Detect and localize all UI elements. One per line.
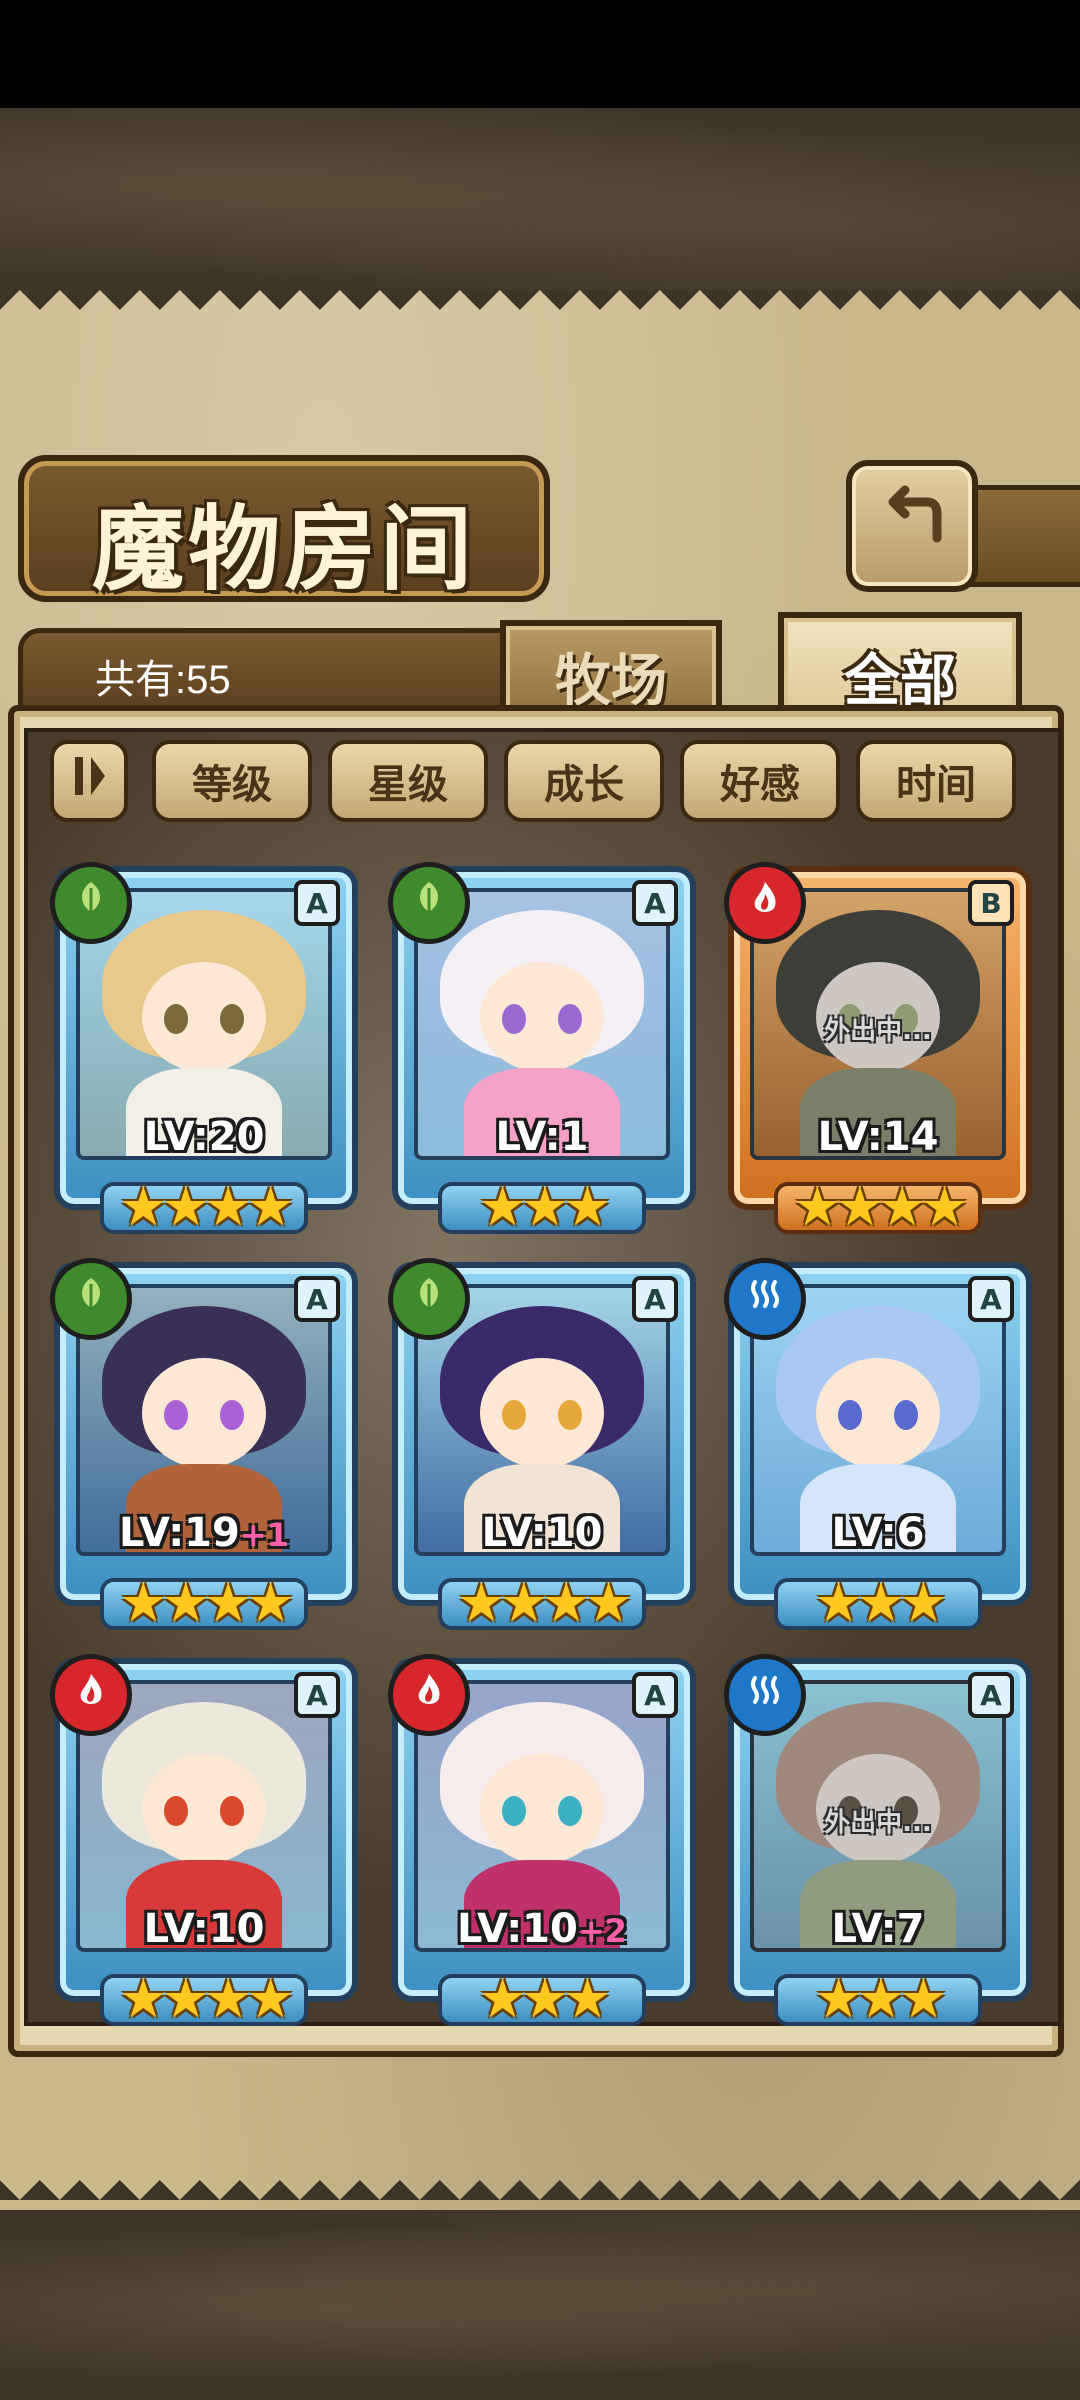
flame-icon xyxy=(71,1670,111,1720)
map-background-top xyxy=(0,108,1080,300)
star-rating: ★★★★ xyxy=(793,1175,969,1238)
monster-card[interactable]: LV:20 ★★★★ A xyxy=(50,862,358,1234)
sort-toggle-button[interactable] xyxy=(50,740,128,822)
title-plate: 魔物房间 xyxy=(18,455,550,603)
away-status: 外出中... xyxy=(824,1016,932,1046)
star-rating: ★★★★ xyxy=(119,1175,295,1238)
monster-card[interactable]: LV:10 ★★★★ A xyxy=(50,1654,358,2026)
filter-level-button[interactable]: 等级 xyxy=(152,740,312,822)
water-wave-icon xyxy=(745,1274,785,1324)
rank-badge: A xyxy=(294,1276,340,1322)
away-status: 外出中... xyxy=(824,1808,932,1838)
monster-card[interactable]: LV:1 ★★★ A xyxy=(388,862,696,1234)
element-badge xyxy=(50,862,132,944)
leaf-icon xyxy=(409,878,449,928)
rank-badge: A xyxy=(632,1276,678,1322)
monster-card[interactable]: LV:6 ★★★ A xyxy=(724,1258,1032,1630)
element-badge xyxy=(388,1258,470,1340)
rank-badge: A xyxy=(968,1672,1014,1718)
water-wave-icon xyxy=(745,1670,785,1720)
total-count: 共有:55 xyxy=(95,658,231,702)
monster-card[interactable]: 外出中... LV:14 ★★★★ B xyxy=(724,862,1032,1234)
leaf-icon xyxy=(71,1274,111,1324)
rank-badge: A xyxy=(632,880,678,926)
monster-card[interactable]: LV:10 ★★★★ A xyxy=(388,1258,696,1630)
monster-level: LV:1 xyxy=(495,1114,589,1160)
star-rating: ★★★ xyxy=(478,1175,611,1238)
monster-level: LV:20 xyxy=(143,1114,265,1160)
element-badge xyxy=(388,862,470,944)
flame-icon xyxy=(745,878,785,928)
monster-card[interactable]: LV:19+1 ★★★★ A xyxy=(50,1258,358,1630)
monster-level: LV:19+1 xyxy=(119,1510,289,1556)
page-title: 魔物房间 xyxy=(91,495,476,603)
monster-level: LV:14 xyxy=(817,1114,939,1160)
star-rating: ★★★ xyxy=(814,1571,947,1634)
filter-star-button[interactable]: 星级 xyxy=(328,740,488,822)
torn-edge-bottom xyxy=(0,2160,1080,2200)
monster-level: LV:10 xyxy=(143,1906,265,1952)
flame-icon xyxy=(409,1670,449,1720)
map-background-bottom xyxy=(0,2210,1080,2400)
filter-time-button[interactable]: 时间 xyxy=(856,740,1016,822)
sort-toggle-icon xyxy=(67,751,111,811)
element-badge xyxy=(724,862,806,944)
monster-card[interactable]: LV:10+2 ★★★ A xyxy=(388,1654,696,2026)
star-rating: ★★★★ xyxy=(119,1967,295,2030)
filter-bar: 等级 星级 成长 好感 时间 xyxy=(42,736,1042,822)
leaf-icon xyxy=(71,878,111,928)
element-badge xyxy=(388,1654,470,1736)
monster-level: LV:10 xyxy=(481,1510,603,1556)
monster-level: LV:6 xyxy=(831,1510,925,1556)
star-rating: ★★★ xyxy=(478,1967,611,2030)
element-badge xyxy=(724,1258,806,1340)
level-bonus: +2 xyxy=(577,1912,627,1950)
star-rating: ★★★★ xyxy=(457,1571,633,1634)
filter-growth-button[interactable]: 成长 xyxy=(504,740,664,822)
back-button[interactable] xyxy=(846,460,978,592)
element-badge xyxy=(724,1654,806,1736)
element-badge xyxy=(50,1654,132,1736)
leaf-icon xyxy=(409,1274,449,1324)
level-bonus: +1 xyxy=(239,1516,289,1554)
monster-level: LV:7 xyxy=(831,1906,925,1952)
monster-level: LV:10+2 xyxy=(457,1906,627,1952)
rank-badge: A xyxy=(294,880,340,926)
rank-badge: A xyxy=(294,1672,340,1718)
star-rating: ★★★ xyxy=(814,1967,947,2030)
torn-edge-top xyxy=(0,290,1080,330)
star-rating: ★★★★ xyxy=(119,1571,295,1634)
return-arrow-icon xyxy=(875,480,949,573)
rank-badge: A xyxy=(968,1276,1014,1322)
rank-badge: A xyxy=(632,1672,678,1718)
rank-badge: B xyxy=(968,880,1014,926)
filter-affection-button[interactable]: 好感 xyxy=(680,740,840,822)
element-badge xyxy=(50,1258,132,1340)
monster-card[interactable]: 外出中... LV:7 ★★★ A xyxy=(724,1654,1032,2026)
